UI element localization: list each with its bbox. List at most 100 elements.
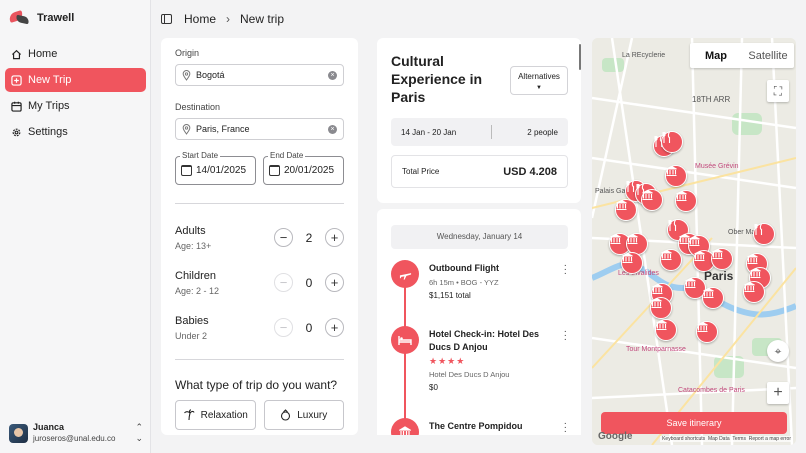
origin-field[interactable]: Bogotá × (175, 64, 344, 86)
clear-icon[interactable]: × (328, 124, 337, 134)
sidebar-item-settings[interactable]: Settings (5, 120, 146, 144)
babies-sub: Under 2 (175, 330, 208, 341)
children-label: Children (175, 269, 216, 282)
star-rating: ★★★★ (429, 356, 466, 366)
tab-satellite[interactable]: Satellite (742, 43, 794, 68)
bed-icon (391, 326, 419, 354)
map-label: Musée Grévin (695, 163, 739, 170)
report-error-link[interactable]: Report a map error (749, 436, 791, 442)
alternatives-label: Alternatives (518, 72, 560, 81)
sidebar-item-home[interactable]: Home (5, 42, 146, 66)
breadcrumb-home[interactable]: Home (184, 12, 216, 26)
babies-plus-button[interactable]: + (325, 318, 344, 337)
trip-type-luxury[interactable]: Luxury (263, 400, 344, 430)
museum-pin-icon[interactable] (660, 249, 682, 271)
clear-icon[interactable]: × (328, 70, 337, 80)
map-data-link[interactable]: Map Data (708, 436, 730, 442)
museum-pin-icon[interactable] (696, 321, 718, 343)
restaurant-pin-icon[interactable] (661, 131, 683, 153)
trip-type-label: Luxury (297, 409, 328, 421)
sidebar-item-my-trips[interactable]: My Trips (5, 94, 146, 118)
map-label: Catacombes de Paris (678, 387, 745, 394)
fullscreen-icon[interactable]: ⛶ (767, 80, 789, 102)
map-label: 18TH ARR (692, 95, 731, 104)
museum-pin-icon[interactable] (743, 281, 765, 303)
end-date-field[interactable]: End Date 20/01/2025 (263, 151, 344, 185)
destination-field[interactable]: Paris, France × (175, 118, 344, 140)
more-vertical-icon[interactable]: · · · (564, 419, 567, 436)
children-minus-button[interactable]: − (274, 273, 293, 292)
avatar (9, 423, 28, 443)
babies-counter: Babies Under 2 − 0 + (175, 314, 344, 341)
sidebar-item-label: Home (28, 48, 58, 60)
sidebar-toggle-icon[interactable] (161, 14, 172, 24)
destination-label: Destination (175, 102, 221, 112)
location-pin-icon (182, 69, 191, 81)
sidebar-item-label: New Trip (28, 74, 72, 86)
gear-icon (10, 126, 22, 138)
children-value: 0 (305, 275, 313, 290)
museum-pin-icon[interactable] (702, 287, 724, 309)
tab-map[interactable]: Map (690, 43, 742, 68)
more-vertical-icon[interactable]: · · · (564, 327, 567, 345)
children-plus-button[interactable]: + (325, 273, 344, 292)
museum-pin-icon[interactable] (650, 297, 672, 319)
event-title: Hotel Check-in: Hotel Des Ducs D Anjou (429, 329, 540, 352)
museum-pin-icon[interactable] (665, 165, 687, 187)
calendar-icon[interactable] (181, 165, 192, 176)
museum-pin-icon[interactable] (621, 252, 643, 274)
sidebar: Trawell Home New Trip My Trips Settings (0, 0, 151, 453)
caret-down-icon: ▼ (536, 85, 542, 91)
map[interactable]: La REcyclerie 18TH ARR Musée Grévin Pala… (592, 38, 796, 445)
adults-value: 2 (305, 230, 313, 245)
chevron-right-icon: › (226, 12, 231, 26)
sidebar-item-new-trip[interactable]: New Trip (5, 68, 146, 92)
plus-square-icon (10, 74, 22, 86)
calendar-icon[interactable] (269, 165, 280, 176)
museum-icon (391, 418, 419, 435)
museum-pin-icon[interactable] (615, 199, 637, 221)
home-icon (10, 48, 22, 60)
total-price-box: Total Price USD 4.208 (391, 155, 568, 188)
sidebar-item-label: Settings (28, 126, 68, 138)
divider (175, 359, 344, 360)
trip-date-range: 14 Jan - 20 Jan (401, 127, 457, 137)
babies-minus-button[interactable]: − (274, 318, 293, 337)
trip-type-relaxation[interactable]: Relaxation (175, 400, 256, 430)
more-vertical-icon[interactable]: · · · (564, 261, 567, 279)
itinerary-title: Cultural Experience in Paris (391, 53, 483, 105)
brand[interactable]: Trawell (7, 10, 74, 26)
terms-link[interactable]: Terms (732, 436, 746, 442)
total-price-value: USD 4.208 (503, 165, 557, 178)
museum-pin-icon[interactable] (711, 248, 733, 270)
alternatives-button[interactable]: Alternatives ▼ (510, 66, 568, 95)
trip-type-options: Relaxation Luxury (175, 400, 344, 430)
adults-plus-button[interactable]: + (325, 228, 344, 247)
babies-label: Babies (175, 314, 209, 327)
restaurant-pin-icon[interactable] (753, 223, 775, 245)
start-date-field[interactable]: Start Date 14/01/2025 (175, 151, 256, 185)
event-title: Outbound Flight (429, 263, 499, 273)
trip-type-label: Relaxation (200, 409, 248, 421)
start-date-label: Start Date (180, 151, 221, 160)
breadcrumb: Home › New trip (184, 12, 284, 26)
event-subtitle: 6h 15m • BOG - YYZ (429, 278, 499, 287)
museum-pin-icon[interactable] (675, 190, 697, 212)
ring-icon (281, 409, 291, 421)
museum-pin-icon[interactable] (655, 319, 677, 341)
event-title: The Centre Pompidou (429, 421, 523, 431)
museum-pin-icon[interactable] (641, 189, 663, 211)
event-subtitle: Hotel Des Ducs D Anjou (429, 370, 510, 379)
zoom-in-icon[interactable]: + (767, 382, 789, 404)
recenter-icon[interactable]: ⌖ (767, 340, 789, 362)
origin-value: Bogotá (196, 70, 225, 80)
adults-minus-button[interactable]: − (274, 228, 293, 247)
header: Home › New trip (151, 0, 806, 38)
origin-label: Origin (175, 48, 200, 58)
trip-form: Origin Bogotá × Destination Paris, Franc… (161, 38, 358, 435)
user-menu[interactable]: Juanca juroseros@unal.edu.co ⌃ ⌄ (9, 422, 143, 444)
keyboard-shortcuts-link[interactable]: Keyboard shortcuts (662, 436, 705, 442)
itinerary-summary: Cultural Experience in Paris Alternative… (377, 38, 581, 203)
children-sub: Age: 2 - 12 (175, 285, 220, 296)
scrollbar[interactable] (579, 44, 581, 70)
